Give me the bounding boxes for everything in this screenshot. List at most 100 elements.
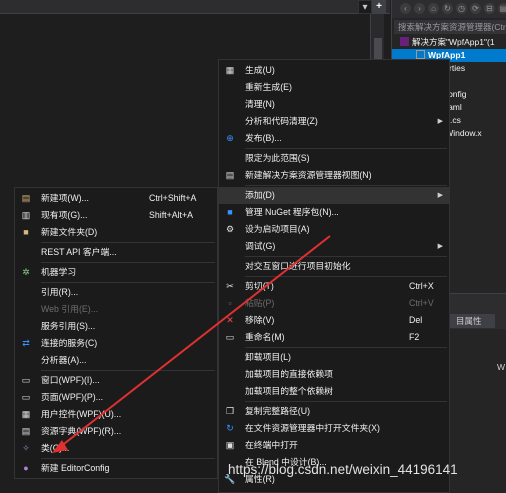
- context-menu-item-19-m[interactable]: ▭ 重命名(M) F2: [219, 329, 449, 346]
- refresh-icon: ↻: [226, 423, 234, 433]
- context-menu-item-10-nuget-n[interactable]: ■ 管理 NuGet 程序包(N)...: [219, 204, 449, 221]
- context-menu-item-9-d[interactable]: 添加(D) ▶: [219, 187, 449, 204]
- solution-search-input[interactable]: 搜索解决方案资源管理器(Ctrl+;): [394, 20, 506, 34]
- home-icon[interactable]: ⌂: [428, 3, 439, 14]
- context-menu-item-label: 移除(V): [245, 315, 275, 325]
- context-menu-separator: [245, 276, 447, 277]
- context-menu-item-label: 限定为此范围(S): [245, 153, 310, 163]
- solution-explorer-toolbar: ‹ › ⌂ ↻ ◷ ⟳ ⊟ ▤: [392, 0, 506, 18]
- add-submenu: ▤ 新建项(W)... Ctrl+Shift+A ▥ 现有项(G)... Shift+Al…: [14, 187, 218, 479]
- add-menu-item-17-wpf-r[interactable]: ▤ 资源字典(WPF)(R)...: [15, 423, 217, 440]
- history-icon[interactable]: ◷: [456, 3, 467, 14]
- show-all-icon[interactable]: ▤: [498, 3, 506, 14]
- context-menu-item-7-n[interactable]: ▤ 新建解决方案资源管理器视图(N): [219, 167, 449, 184]
- context-menu-item-14[interactable]: 对交互窗口进行项目初始化: [219, 258, 449, 275]
- add-menu-item-20-editorconfig[interactable]: ● 新建 EditorConfig: [15, 460, 217, 477]
- context-menu-item-label: 调试(G): [245, 241, 276, 251]
- context-menu-item-4-b[interactable]: ⊕ 发布(B)...: [219, 130, 449, 147]
- project-context-menu: ▦ 生成(U) 重新生成(E) 清理(N) 分析和代码清理(Z) ▶ ⊕ 发布(B)... 限定…: [218, 59, 450, 493]
- context-menu-item-label: 卸载项目(L): [245, 352, 291, 362]
- add-menu-item-label: Web 引用(E)...: [41, 304, 99, 314]
- add-menu-item-label: REST API 客户端...: [41, 247, 117, 257]
- watermark-url: https://blog.csdn.net/weixin_44196141: [228, 462, 458, 477]
- context-menu-item-shortcut: Del: [409, 315, 423, 325]
- add-menu-item-0-w[interactable]: ▤ 新建项(W)... Ctrl+Shift+A: [15, 190, 217, 207]
- add-menu-item-14-wpf-i[interactable]: ▭ 窗口(WPF)(I)...: [15, 372, 217, 389]
- context-menu-item-label: 在终端中打开: [245, 440, 298, 450]
- context-menu-separator: [245, 256, 447, 257]
- add-menu-item-9-web-e: Web 引用(E)...: [15, 301, 217, 318]
- properties-value: W: [497, 362, 506, 372]
- editor-tab-strip: [0, 0, 390, 14]
- context-menu-item-6-s[interactable]: 限定为此范围(S): [219, 150, 449, 167]
- context-menu-item-27[interactable]: ▣ 在终端中打开: [219, 437, 449, 454]
- collapse-all-icon[interactable]: ⊟: [484, 3, 495, 14]
- add-menu-item-2-d[interactable]: ■ 新建文件夹(D): [15, 224, 217, 241]
- folder-icon: ■: [23, 227, 29, 237]
- context-menu-item-label: 复制完整路径(U): [245, 406, 310, 416]
- solution-tree-item[interactable]: 解决方案"WpfApp1"(1: [400, 36, 495, 49]
- context-menu-item-2-n[interactable]: 清理(N): [219, 96, 449, 113]
- add-menu-item-16-wpf-u[interactable]: ▦ 用户控件(WPF)(U)...: [15, 406, 217, 423]
- add-menu-item-11-c[interactable]: ⇄ 连接的服务(C): [15, 335, 217, 352]
- nuget-icon: ■: [227, 207, 233, 217]
- context-menu-item-21-l[interactable]: 卸载项目(L): [219, 349, 449, 366]
- forward-icon[interactable]: ›: [414, 3, 425, 14]
- add-menu-item-4-rest-api[interactable]: REST API 客户端...: [15, 244, 217, 261]
- context-menu-item-12-g[interactable]: 调试(G) ▶: [219, 238, 449, 255]
- context-menu-item-0-u[interactable]: ▦ 生成(U): [219, 62, 449, 79]
- add-menu-separator: [41, 242, 215, 243]
- context-menu-item-label: 新建解决方案资源管理器视图(N): [245, 170, 372, 180]
- cut-icon: ✂: [226, 281, 234, 291]
- ml-icon: ✲: [22, 267, 30, 277]
- context-menu-item-18-v[interactable]: ✕ 移除(V) Del: [219, 312, 449, 329]
- context-menu-item-label: 清理(N): [245, 99, 275, 109]
- submenu-arrow-icon: ▶: [437, 243, 443, 250]
- context-menu-item-26-x[interactable]: ↻ 在文件资源管理器中打开文件夹(X): [219, 420, 449, 437]
- context-menu-item-11-a[interactable]: ⚙ 设为启动项目(A): [219, 221, 449, 238]
- add-menu-item-1-g[interactable]: ▥ 现有项(G)... Shift+Alt+A: [15, 207, 217, 224]
- context-menu-separator: [245, 347, 447, 348]
- add-menu-item-label: 类(C)...: [41, 443, 70, 453]
- context-menu-item-22[interactable]: 加载项目的直接依赖项: [219, 366, 449, 383]
- context-menu-item-label: 加载项目的直接依赖项: [245, 369, 333, 379]
- window-icon: ▭: [21, 375, 31, 385]
- add-menu-item-label: 窗口(WPF)(I)...: [41, 375, 100, 385]
- globe-icon: ⊕: [226, 133, 234, 143]
- csharp-project-icon: [416, 50, 425, 59]
- refresh-icon[interactable]: ⟳: [470, 3, 481, 14]
- context-menu-item-3-z[interactable]: 分析和代码清理(Z) ▶: [219, 113, 449, 130]
- context-menu-item-label: 加载项目的整个依赖树: [245, 386, 333, 396]
- add-tab-button[interactable]: +: [372, 0, 386, 14]
- context-menu-item-label: 发布(B)...: [245, 133, 282, 143]
- add-menu-item-label: 用户控件(WPF)(U)...: [41, 409, 122, 419]
- terminal-icon: ▣: [225, 440, 235, 450]
- add-menu-item-15-wpf-p[interactable]: ▭ 页面(WPF)(P)...: [15, 389, 217, 406]
- add-menu-item-8-r[interactable]: 引用(R)...: [15, 284, 217, 301]
- context-menu-item-16-t[interactable]: ✂ 剪切(T) Ctrl+X: [219, 278, 449, 295]
- add-menu-item-label: 机器学习: [41, 267, 77, 277]
- context-menu-item-label: 对交互窗口进行项目初始化: [245, 261, 351, 271]
- add-menu-item-6[interactable]: ✲ 机器学习: [15, 264, 217, 281]
- add-menu-item-18-c[interactable]: ✧ 类(C)...: [15, 440, 217, 457]
- context-menu-item-1-e[interactable]: 重新生成(E): [219, 79, 449, 96]
- editorconfig-icon: ●: [23, 463, 29, 473]
- window-menu-dropdown-icon[interactable]: ▾: [358, 0, 372, 14]
- context-menu-item-label: 添加(D): [245, 190, 275, 200]
- add-menu-separator: [41, 458, 215, 459]
- add-menu-item-10-s[interactable]: 服务引用(S)...: [15, 318, 217, 335]
- context-menu-item-25-u[interactable]: ❐ 复制完整路径(U): [219, 403, 449, 420]
- context-menu-item-23[interactable]: 加载项目的整个依赖树: [219, 383, 449, 400]
- copy-icon: ❐: [225, 406, 235, 416]
- add-menu-item-shortcut: Ctrl+Shift+A: [149, 193, 197, 203]
- add-menu-item-label: 分析器(A)...: [41, 355, 87, 365]
- submenu-arrow-icon: ▶: [437, 118, 443, 125]
- context-menu-item-label: 重命名(M): [245, 332, 285, 342]
- context-menu-item-shortcut: F2: [409, 332, 420, 342]
- sync-icon[interactable]: ↻: [442, 3, 453, 14]
- build-icon: ▦: [225, 65, 235, 75]
- new-view-icon: ▤: [225, 170, 235, 180]
- gear-icon: ⚙: [225, 224, 235, 234]
- add-menu-item-12-a[interactable]: 分析器(A)...: [15, 352, 217, 369]
- back-icon[interactable]: ‹: [400, 3, 411, 14]
